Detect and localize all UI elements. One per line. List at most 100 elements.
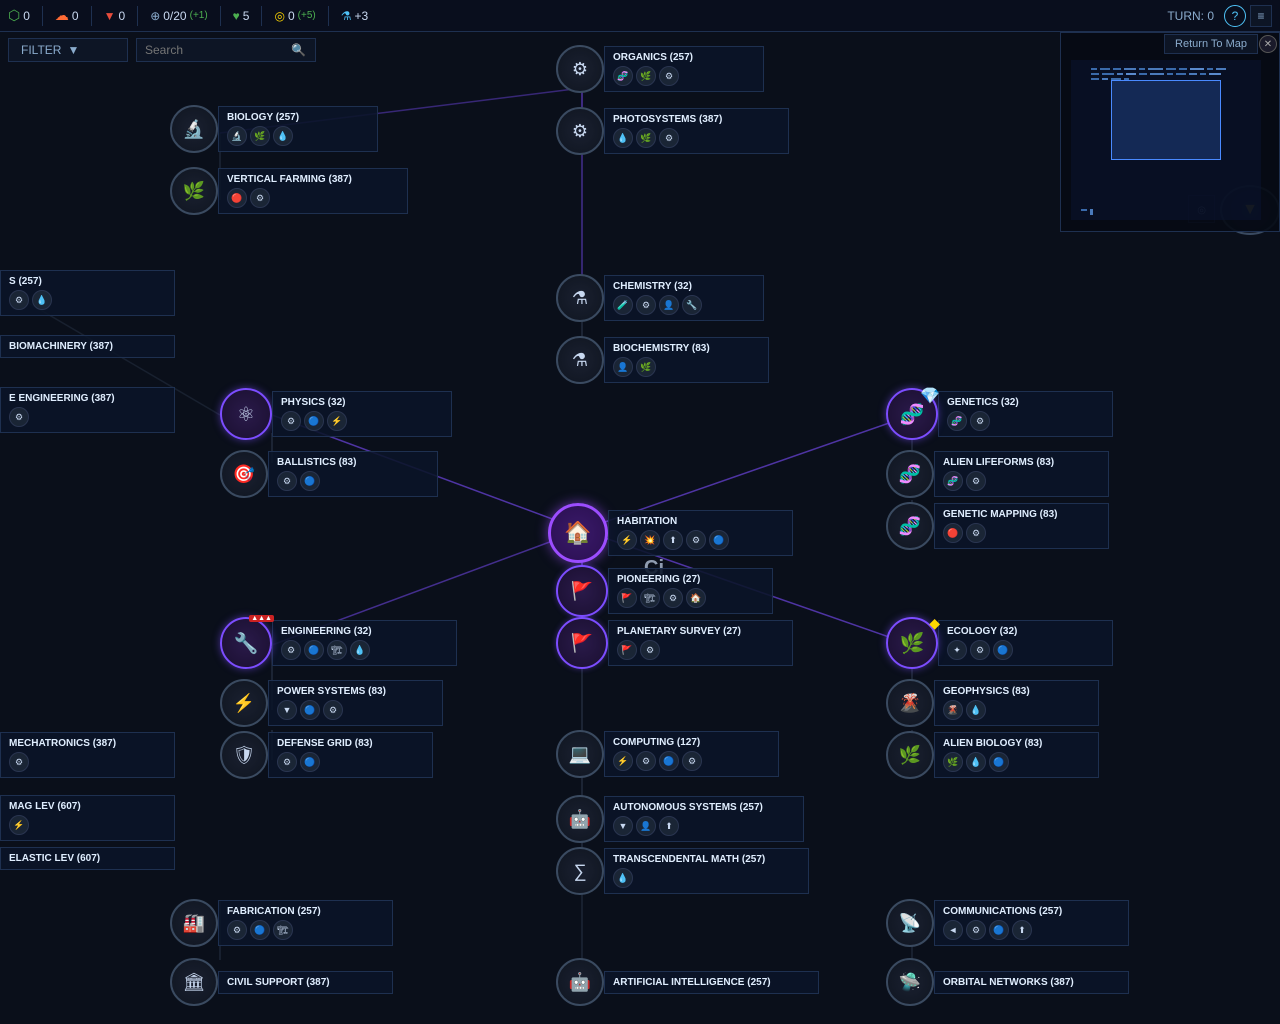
tech-vertical-farming[interactable]: 🌿 VERTICAL FARMING (387) 🔴 ⚙	[170, 167, 408, 215]
chem-sub-4: 🔧	[682, 295, 702, 315]
tech-pioneering[interactable]: 🚩 PIONEERING (27) 🚩 🏗 ⚙ 🏠	[556, 565, 773, 617]
tech-biology[interactable]: 🔬 BIOLOGY (257) 🔬 🌿 💧	[170, 105, 378, 153]
ps2-sub-1: 🚩	[617, 640, 637, 660]
biomachinery-title: BIOMACHINERY (387)	[9, 341, 166, 352]
power-systems-icon: ⚡	[220, 679, 268, 727]
left-biomachinery[interactable]: BIOMACHINERY (387)	[0, 335, 175, 358]
alien-lifeforms-icon: 🧬	[886, 450, 934, 498]
ps-sub-1: 💧	[613, 128, 633, 148]
power-systems-card: POWER SYSTEMS (83) ▼ 🔵 ⚙	[268, 680, 443, 726]
left-ee[interactable]: E ENGINEERING (387) ⚙	[0, 387, 175, 433]
menu-button[interactable]: ≡	[1250, 5, 1272, 27]
eng-icons: ⚙ 🔵 🏗 💧	[281, 640, 448, 660]
fab-title: FABRICATION (257)	[227, 906, 384, 917]
energy-value: 0	[23, 9, 30, 23]
tech-engineering[interactable]: 🔧 ▲▲▲ ENGINEERING (32) ⚙ 🔵 🏗 💧	[220, 617, 457, 669]
tech-chemistry[interactable]: ⚗ CHEMISTRY (32) 🧪 ⚙ 👤 🔧	[556, 274, 764, 322]
engineering-icon: 🔧 ▲▲▲	[220, 617, 272, 669]
bio-sub-1: 🔬	[227, 126, 247, 146]
phy-sub-2: 🔵	[304, 411, 324, 431]
maglev-icons: ⚡	[9, 815, 166, 835]
left-elastic-lev[interactable]: ELASTIC LEV (607)	[0, 847, 175, 870]
minimap-close-button[interactable]: ✕	[1259, 35, 1277, 53]
eng-sub-4: 💧	[350, 640, 370, 660]
stat-energy: ⬡ 0	[0, 7, 38, 24]
tech-autonomous-systems[interactable]: 🤖 AUTONOMOUS SYSTEMS (257) ▼ 👤 ⬆	[556, 795, 804, 843]
physics-title: PHYSICS (32)	[281, 397, 443, 408]
ecology-icon: 🌿 ◆	[886, 617, 938, 669]
planetary-survey-card: PLANETARY SURVEY (27) 🚩 ⚙	[608, 620, 793, 666]
tech-physics[interactable]: ⚛ PHYSICS (32) ⚙ 🔵 ⚡	[220, 388, 452, 440]
stat-science: ⚗ +3	[333, 9, 376, 23]
hab-sub-4: ⚙	[686, 530, 706, 550]
mech-sub-1: ⚙	[9, 752, 29, 772]
eng-sub-3: 🏗	[327, 640, 347, 660]
maglev-title: MAG LEV (607)	[9, 801, 166, 812]
tech-biochemistry[interactable]: ⚗ BIOCHEMISTRY (83) 👤 🌿	[556, 336, 769, 384]
stat-population: ⊕ 0/20 (+1)	[142, 9, 215, 23]
genetics-card: GENETICS (32) 🧬 ⚙	[938, 391, 1113, 437]
filter-label: FILTER	[21, 43, 61, 57]
photosystems-title: PHOTOSYSTEMS (387)	[613, 114, 780, 125]
left-mag-lev[interactable]: MAG LEV (607) ⚡	[0, 795, 175, 841]
tech-ballistics[interactable]: 🎯 BALLISTICS (83) ⚙ 🔵	[220, 450, 438, 498]
tech-defense-grid[interactable]: 🛡 DEFENSE GRID (83) ⚙ 🔵	[220, 731, 433, 779]
tech-transcendental-math[interactable]: ∑ TRANSCENDENTAL MATH (257) 💧	[556, 847, 809, 895]
left-mechatronics[interactable]: MECHATRONICS (387) ⚙	[0, 732, 175, 778]
tech-orbital-networks[interactable]: 🛸 ORBITAL NETWORKS (387)	[886, 958, 1129, 1006]
eco-sub-2: ⚙	[970, 640, 990, 660]
tech-genetic-mapping[interactable]: 🧬 GENETIC MAPPING (83) 🔴 ⚙	[886, 502, 1109, 550]
tech-planetary-survey[interactable]: 🚩 PLANETARY SURVEY (27) 🚩 ⚙	[556, 617, 793, 669]
chemistry-icon: ⚗	[556, 274, 604, 322]
tech-genetics[interactable]: 🧬 💎 GENETICS (32) 🧬 ⚙	[886, 388, 1113, 440]
as-icons: ▼ 👤 ⬆	[613, 816, 795, 836]
tech-computing[interactable]: 💻 COMPUTING (127) ⚡ ⚙ 🔵 ⚙	[556, 730, 779, 778]
geophysics-icon: 🌋	[886, 679, 934, 727]
tm-icons: 💧	[613, 868, 800, 888]
tech-photosystems[interactable]: ⚙ PHOTOSYSTEMS (387) 💧 🌿 ⚙	[556, 107, 789, 155]
biochemistry-card: BIOCHEMISTRY (83) 👤 🌿	[604, 337, 769, 383]
tech-alien-biology[interactable]: 🌿 ALIEN BIOLOGY (83) 🌿 💧 🔵	[886, 731, 1099, 779]
tech-alien-lifeforms[interactable]: 🧬 ALIEN LIFEFORMS (83) 🧬 ⚙	[886, 450, 1109, 498]
gen-sub-2: ⚙	[970, 411, 990, 431]
tech-geophysics[interactable]: 🌋 GEOPHYSICS (83) 🌋 💧	[886, 679, 1099, 727]
science-value: +3	[354, 9, 368, 23]
ps-sub-2: 🌿	[636, 128, 656, 148]
vf-sub-1: 🔴	[227, 188, 247, 208]
ai-title: ARTIFICIAL INTELLIGENCE (257)	[613, 977, 810, 988]
al-title: ALIEN LIFEFORMS (83)	[943, 457, 1100, 468]
search-input[interactable]	[145, 43, 285, 57]
tech-communications[interactable]: 📡 COMMUNICATIONS (257) ◄ ⚙ 🔵 ⬆	[886, 899, 1129, 947]
filter-button[interactable]: FILTER ▼	[8, 38, 128, 62]
chem-sub-3: 👤	[659, 295, 679, 315]
as-sub-2: 👤	[636, 816, 656, 836]
tech-power-systems[interactable]: ⚡ POWER SYSTEMS (83) ▼ 🔵 ⚙	[220, 679, 443, 727]
ee-sub-1: ⚙	[9, 407, 29, 427]
ps3-sub-3: ⚙	[323, 700, 343, 720]
biology-icon: 🔬	[170, 105, 218, 153]
help-button[interactable]: ?	[1224, 5, 1246, 27]
comp-sub-4: ⚙	[682, 751, 702, 771]
fab-sub-3: 🏗	[273, 920, 293, 940]
alien-lifeforms-card: ALIEN LIFEFORMS (83) 🧬 ⚙	[934, 451, 1109, 497]
gm-sub-1: 🔴	[943, 523, 963, 543]
pio-icons: 🚩 🏗 ⚙ 🏠	[617, 588, 764, 608]
tech-fabrication[interactable]: 🏭 FABRICATION (257) ⚙ 🔵 🏗	[170, 899, 393, 947]
topbar: ⬡ 0 ☁ 0 ▼ 0 ⊕ 0/20 (+1) ♥ 5 ◎ 0 (+5) ⚗ +…	[0, 0, 1280, 32]
left-s257[interactable]: S (257) ⚙ 💧	[0, 270, 175, 316]
ps3-sub-1: ▼	[277, 700, 297, 720]
tech-habitation[interactable]: 🏠 HABITATION ⚡ 💥 ⬆ ⚙ 🔵	[548, 503, 793, 563]
hp-value: 5	[243, 9, 250, 23]
tech-ecology[interactable]: 🌿 ◆ ECOLOGY (32) ✦ ⚙ 🔵	[886, 617, 1113, 669]
eng-sub-2: 🔵	[304, 640, 324, 660]
chem-icons: 🧪 ⚙ 👤 🔧	[613, 295, 755, 315]
comp-sub-3: 🔵	[659, 751, 679, 771]
autonomous-systems-icon: 🤖	[556, 795, 604, 843]
genetics-badge: 💎	[920, 386, 940, 406]
tech-civil-support[interactable]: 🏛 CIVIL SUPPORT (387)	[170, 958, 393, 1006]
tech-organics[interactable]: ⚙ ORGANICS (257) 🧬 🌿 ⚙	[556, 45, 764, 93]
bio-sub-3: 💧	[273, 126, 293, 146]
return-map-button[interactable]: Return To Map	[1164, 34, 1258, 54]
chemistry-card: CHEMISTRY (32) 🧪 ⚙ 👤 🔧	[604, 275, 764, 321]
tech-artificial-intelligence[interactable]: 🤖 ARTIFICIAL INTELLIGENCE (257)	[556, 958, 819, 1006]
